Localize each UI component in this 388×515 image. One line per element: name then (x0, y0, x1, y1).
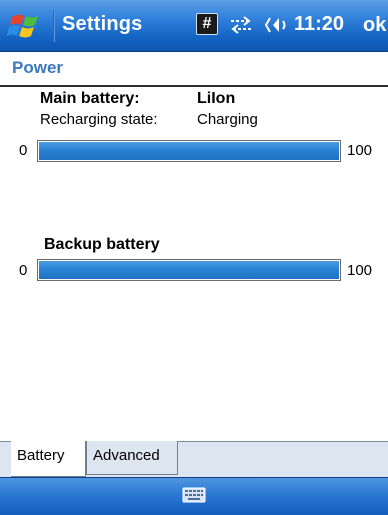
backup-battery-scale-min: 0 (19, 262, 28, 279)
main-battery-scale-min: 0 (19, 142, 28, 159)
title-bar: Settings # 11:20 ok (0, 0, 388, 52)
soft-key-bar (0, 477, 388, 515)
backup-battery-bar (37, 259, 341, 281)
main-battery-label: Main battery: (40, 90, 140, 107)
recharging-state-label: Recharging state: (40, 111, 158, 128)
title-separator (53, 10, 55, 42)
start-button[interactable] (6, 8, 52, 44)
main-battery-bar (37, 140, 341, 162)
main-battery-type: LiIon (197, 90, 236, 107)
keyboard-icon (182, 487, 206, 503)
connectivity-status[interactable] (228, 14, 254, 36)
recharging-state-value: Charging (197, 111, 258, 128)
speaker-icon (264, 17, 286, 33)
page-header: Power (0, 53, 388, 83)
page-title: Power (12, 58, 64, 77)
app-title: Settings (62, 13, 143, 35)
main-battery-bar-fill (39, 142, 339, 160)
input-panel-button[interactable] (182, 485, 206, 505)
backup-battery-bar-fill (39, 261, 339, 279)
backup-battery-label: Backup battery (44, 236, 160, 253)
hash-indicator[interactable]: # (196, 13, 218, 35)
clock[interactable]: 11:20 (294, 13, 344, 36)
tab-battery[interactable]: Battery (11, 441, 86, 477)
windows-start-icon (7, 14, 38, 38)
backup-battery-scale-max: 100 (347, 262, 373, 279)
header-divider (0, 85, 388, 87)
ok-button[interactable]: ok (359, 11, 388, 41)
tab-advanced[interactable]: Advanced (86, 441, 178, 475)
main-battery-scale-max: 100 (347, 142, 373, 159)
sync-arrows-icon (231, 16, 251, 34)
volume-status[interactable] (264, 13, 290, 37)
